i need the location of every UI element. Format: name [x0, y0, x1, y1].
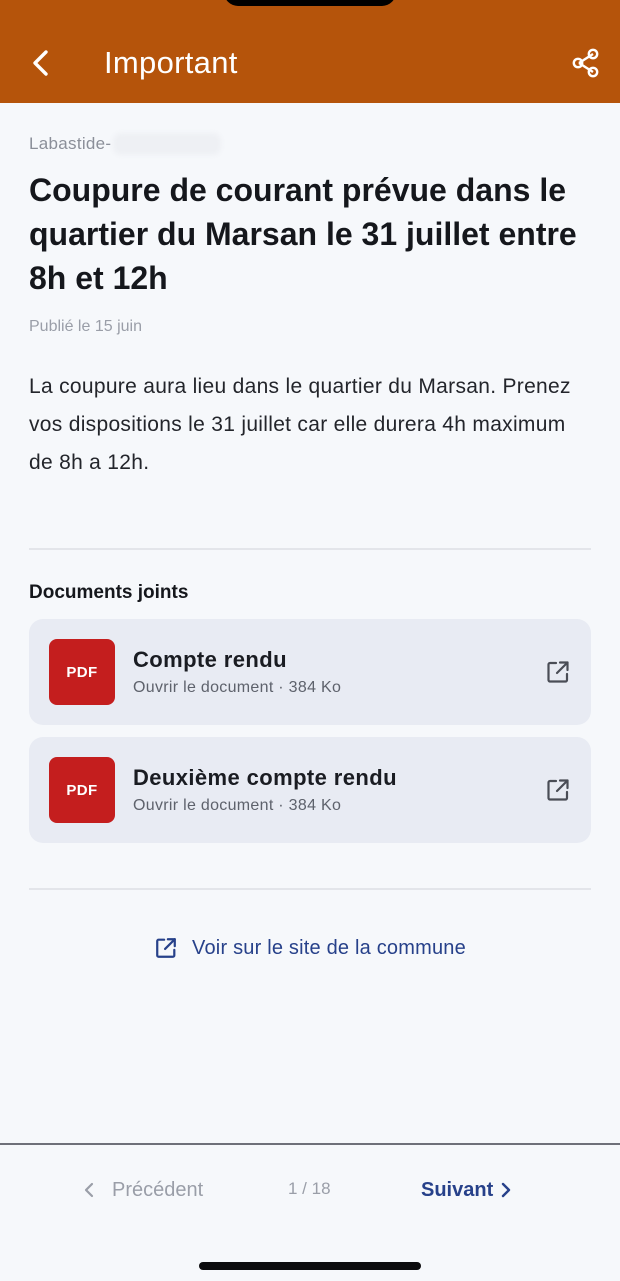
chevron-left-icon [84, 1182, 94, 1198]
external-link-icon [156, 938, 176, 958]
share-icon [572, 48, 599, 78]
app-header: Important [0, 0, 620, 103]
documents-section-title: Documents joints [29, 582, 189, 603]
commune-site-link[interactable]: Voir sur le site de la commune [0, 932, 620, 964]
site-link-label: Voir sur le site de la commune [192, 936, 466, 959]
page-indicator: 1 / 18 [288, 1179, 331, 1198]
next-button[interactable]: Suivant [421, 1175, 513, 1205]
divider [29, 548, 591, 550]
document-title: Deuxième compte rendu [133, 765, 397, 790]
article-body: La coupure aura lieu dans le quartier du… [29, 375, 571, 474]
pdf-icon: PDF [49, 757, 115, 823]
document-card[interactable]: PDF Deuxième compte rendu Ouvrir le docu… [29, 737, 591, 843]
redacted-text [113, 133, 222, 155]
page-title: Important [104, 45, 238, 80]
share-button[interactable] [566, 44, 606, 82]
external-link-icon[interactable] [545, 777, 571, 803]
chevron-right-icon [502, 1182, 511, 1198]
back-button[interactable] [22, 44, 60, 82]
commune-name: Labastide- [29, 133, 222, 155]
commune-label: Labastide- [29, 134, 112, 153]
home-indicator [199, 1262, 421, 1270]
article-title: Coupure de courant prévue dans le quarti… [29, 172, 577, 296]
next-label: Suivant [421, 1178, 494, 1201]
document-meta: Ouvrir le document · 384 Ko [133, 797, 342, 814]
device-notch [224, 0, 396, 6]
external-link-icon[interactable] [545, 659, 571, 685]
chevron-left-icon [33, 50, 48, 76]
previous-button[interactable]: Précédent [82, 1175, 203, 1205]
document-card[interactable]: PDF Compte rendu Ouvrir le document · 38… [29, 619, 591, 725]
previous-label: Précédent [112, 1178, 204, 1201]
document-title: Compte rendu [133, 647, 287, 672]
document-meta: Ouvrir le document · 384 Ko [133, 679, 342, 696]
pdf-icon: PDF [49, 639, 115, 705]
pagination-bar: Précédent 1 / 18 Suivant [0, 1145, 620, 1281]
divider [29, 888, 591, 890]
published-date: Publié le 15 juin [29, 318, 142, 335]
